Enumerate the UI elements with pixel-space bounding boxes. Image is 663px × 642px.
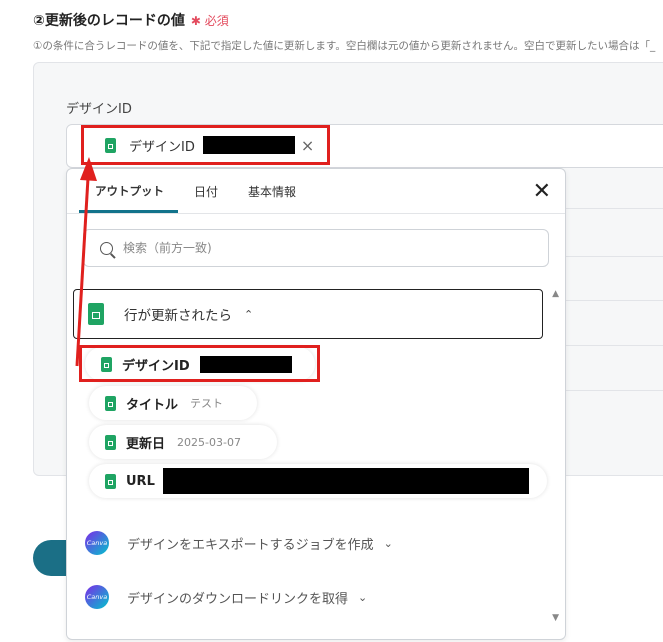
pointer-arrow	[75, 157, 97, 367]
